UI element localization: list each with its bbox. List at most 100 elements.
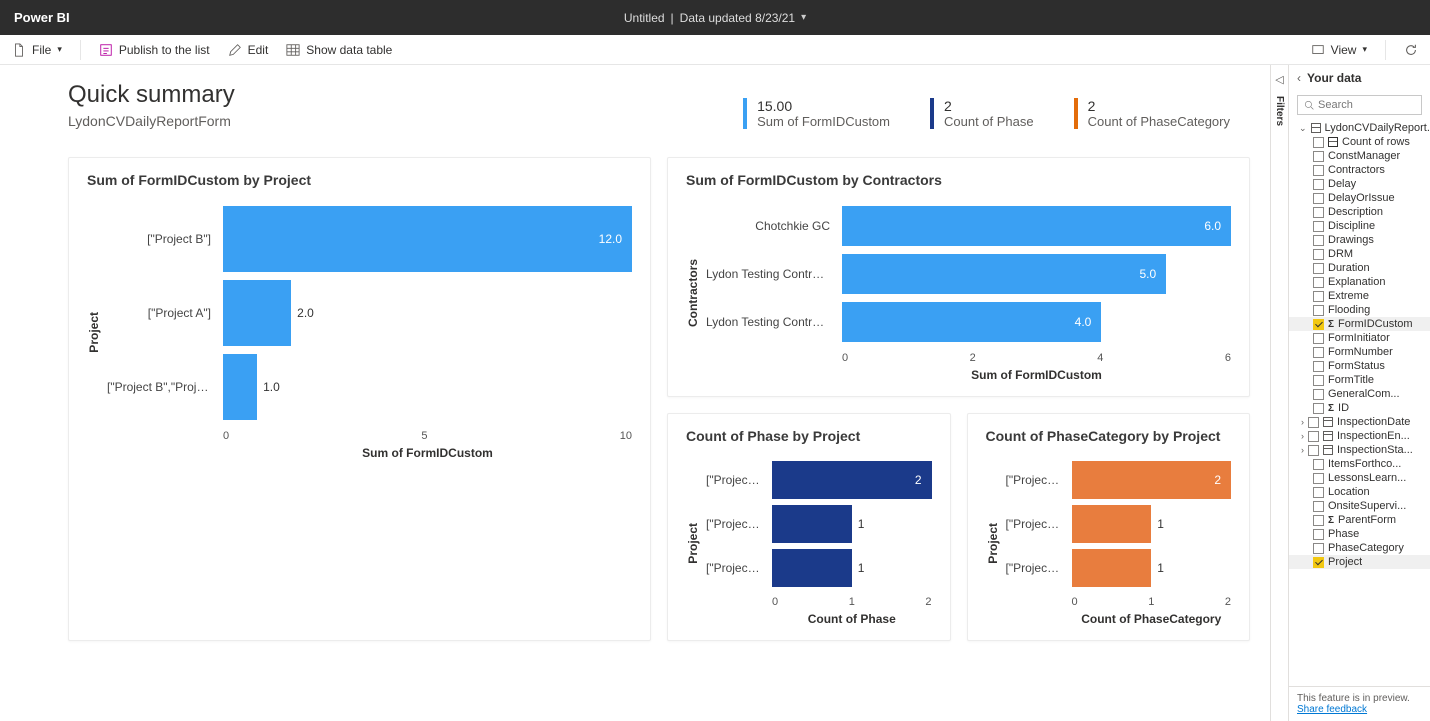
checkbox[interactable]	[1313, 515, 1324, 526]
view-button[interactable]: View ▾	[1309, 36, 1369, 64]
checkbox[interactable]	[1313, 193, 1324, 204]
checkbox[interactable]	[1313, 543, 1324, 554]
field-row[interactable]: ItemsForthco...	[1289, 457, 1430, 471]
bar[interactable]	[223, 354, 257, 420]
bar[interactable]: 2	[772, 461, 932, 499]
checkbox[interactable]	[1313, 361, 1324, 372]
field-row[interactable]: LessonsLearn...	[1289, 471, 1430, 485]
checkbox[interactable]	[1313, 375, 1324, 386]
field-row[interactable]: ›InspectionDate	[1289, 415, 1430, 429]
field-row[interactable]: FormStatus	[1289, 359, 1430, 373]
field-row[interactable]: Contractors	[1289, 163, 1430, 177]
field-row[interactable]: Explanation	[1289, 275, 1430, 289]
refresh-button[interactable]	[1402, 36, 1420, 64]
checkbox[interactable]	[1313, 249, 1324, 260]
field-row[interactable]: Delay	[1289, 177, 1430, 191]
bar[interactable]: 6.0	[842, 206, 1231, 246]
checkbox[interactable]	[1313, 207, 1324, 218]
field-row[interactable]: Discipline	[1289, 219, 1430, 233]
checkbox[interactable]	[1313, 347, 1324, 358]
field-row[interactable]: DelayOrIssue	[1289, 191, 1430, 205]
field-row[interactable]: ›InspectionSta...	[1289, 443, 1430, 457]
bar[interactable]: 4.0	[842, 302, 1101, 342]
bar[interactable]	[223, 280, 291, 346]
field-row[interactable]: Drawings	[1289, 233, 1430, 247]
field-row[interactable]: ΣFormIDCustom	[1289, 317, 1430, 331]
field-row[interactable]: FormTitle	[1289, 373, 1430, 387]
checkbox[interactable]	[1308, 445, 1319, 456]
bar-row[interactable]: Lydon Testing Contracto... 4.0	[706, 300, 1231, 344]
show-data-table-button[interactable]: Show data table	[284, 36, 394, 64]
filters-collapse-icon[interactable]: ◁	[1275, 73, 1283, 86]
field-row[interactable]: ΣID	[1289, 401, 1430, 415]
share-feedback-link[interactable]: Share feedback	[1297, 704, 1367, 715]
bar-row[interactable]: ["Project B","Project A"] 1.0	[107, 352, 632, 422]
field-row[interactable]: Duration	[1289, 261, 1430, 275]
field-row[interactable]: ConstManager	[1289, 149, 1430, 163]
field-row[interactable]: DRM	[1289, 247, 1430, 261]
checkbox[interactable]	[1313, 319, 1324, 330]
field-row[interactable]: Count of rows	[1289, 135, 1430, 149]
bar-row[interactable]: ["Project B"] 12.0	[107, 204, 632, 274]
bar-row[interactable]: ["Project ... 1	[706, 504, 932, 544]
title-center[interactable]: Untitled | Data updated 8/23/21 ▾	[624, 11, 806, 25]
bar[interactable]: 5.0	[842, 254, 1166, 294]
bar[interactable]	[772, 505, 852, 543]
field-row[interactable]: ΣParentForm	[1289, 513, 1430, 527]
bar-row[interactable]: ["Project ... 1	[706, 548, 932, 588]
publish-button[interactable]: Publish to the list	[97, 36, 212, 64]
checkbox[interactable]	[1313, 179, 1324, 190]
bar[interactable]	[1072, 549, 1152, 587]
bar-row[interactable]: Chotchkie GC 6.0	[706, 204, 1231, 248]
field-row[interactable]: PhaseCategory	[1289, 541, 1430, 555]
bar-row[interactable]: ["Project ... 2	[706, 460, 932, 500]
pane-collapse-icon[interactable]: ‹	[1297, 71, 1301, 85]
bar-row[interactable]: ["Project ... 2	[1006, 460, 1232, 500]
checkbox[interactable]	[1313, 137, 1324, 148]
bar[interactable]	[772, 549, 852, 587]
checkbox[interactable]	[1308, 417, 1319, 428]
checkbox[interactable]	[1313, 221, 1324, 232]
checkbox[interactable]	[1313, 529, 1324, 540]
checkbox[interactable]	[1313, 291, 1324, 302]
field-row[interactable]: FormInitiator	[1289, 331, 1430, 345]
checkbox[interactable]	[1308, 431, 1319, 442]
chart-card[interactable]: Sum of FormIDCustom by Contractors Contr…	[667, 157, 1250, 397]
file-button[interactable]: File ▾	[10, 36, 64, 64]
checkbox[interactable]	[1313, 403, 1324, 414]
bar-row[interactable]: ["Project ... 1	[1006, 548, 1232, 588]
filters-rail[interactable]: ◁ Filters	[1271, 65, 1289, 721]
field-row[interactable]: Description	[1289, 205, 1430, 219]
field-row[interactable]: Project	[1289, 555, 1430, 569]
checkbox[interactable]	[1313, 305, 1324, 316]
checkbox[interactable]	[1313, 473, 1324, 484]
chart-card[interactable]: Sum of FormIDCustom by Project Project […	[68, 157, 651, 641]
field-row[interactable]: Flooding	[1289, 303, 1430, 317]
field-row[interactable]: Location	[1289, 485, 1430, 499]
checkbox[interactable]	[1313, 459, 1324, 470]
bar-row[interactable]: Lydon Testing Contracto... 5.0	[706, 252, 1231, 296]
chart-card[interactable]: Count of Phase by Project Project ["Proj…	[667, 413, 951, 641]
bar-row[interactable]: ["Project ... 1	[1006, 504, 1232, 544]
bar-row[interactable]: ["Project A"] 2.0	[107, 278, 632, 348]
checkbox[interactable]	[1313, 557, 1324, 568]
bar[interactable]	[1072, 505, 1152, 543]
field-row[interactable]: ›InspectionEn...	[1289, 429, 1430, 443]
edit-button[interactable]: Edit	[226, 36, 271, 64]
checkbox[interactable]	[1313, 263, 1324, 274]
checkbox[interactable]	[1313, 165, 1324, 176]
checkbox[interactable]	[1313, 501, 1324, 512]
field-row[interactable]: Extreme	[1289, 289, 1430, 303]
checkbox[interactable]	[1313, 333, 1324, 344]
checkbox[interactable]	[1313, 235, 1324, 246]
field-row[interactable]: OnsiteSupervi...	[1289, 499, 1430, 513]
search-input[interactable]: Search	[1297, 95, 1422, 115]
checkbox[interactable]	[1313, 151, 1324, 162]
checkbox[interactable]	[1313, 277, 1324, 288]
field-row[interactable]: Phase	[1289, 527, 1430, 541]
field-row[interactable]: GeneralCom...	[1289, 387, 1430, 401]
chart-card[interactable]: Count of PhaseCategory by Project Projec…	[967, 413, 1251, 641]
checkbox[interactable]	[1313, 389, 1324, 400]
field-row[interactable]: FormNumber	[1289, 345, 1430, 359]
table-row[interactable]: ⌄LydonCVDailyReport...	[1289, 121, 1430, 135]
